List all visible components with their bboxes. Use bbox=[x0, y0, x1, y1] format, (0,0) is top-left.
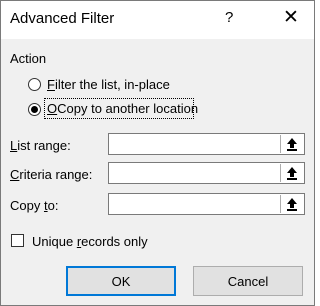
collapse-dialog-icon bbox=[287, 198, 297, 211]
help-button[interactable]: ? bbox=[225, 9, 233, 26]
list-range-input[interactable] bbox=[109, 134, 281, 154]
copy-to-location-radio[interactable] bbox=[28, 103, 41, 116]
collapse-dialog-icon bbox=[287, 138, 297, 151]
action-group-label: Action bbox=[10, 51, 47, 66]
criteria-range-label: Criteria range: bbox=[10, 167, 93, 182]
list-range-label: List range: bbox=[10, 138, 71, 153]
criteria-range-collapse-button[interactable] bbox=[280, 164, 303, 182]
close-button[interactable]: ✕ bbox=[283, 6, 299, 29]
list-range-collapse-button[interactable] bbox=[280, 135, 303, 153]
unique-records-label[interactable]: Unique records only bbox=[32, 234, 148, 249]
copy-to-collapse-button[interactable] bbox=[280, 195, 303, 213]
cancel-button[interactable]: Cancel bbox=[193, 266, 303, 296]
copy-to-field bbox=[108, 193, 305, 215]
filter-in-place-radio[interactable] bbox=[28, 78, 41, 91]
dialog-title: Advanced Filter bbox=[10, 10, 115, 27]
advanced-filter-dialog: Advanced Filter ? ✕ Action Filter the li… bbox=[0, 0, 315, 306]
collapse-dialog-icon bbox=[287, 167, 297, 180]
ok-button[interactable]: OK bbox=[66, 266, 176, 296]
criteria-range-field bbox=[108, 162, 305, 184]
unique-records-checkbox[interactable] bbox=[11, 234, 24, 247]
title-bar: Advanced Filter ? ✕ bbox=[1, 1, 314, 39]
copy-to-location-label[interactable]: OCopy to another location bbox=[47, 101, 198, 116]
filter-in-place-label[interactable]: Filter the list, in-place bbox=[47, 77, 170, 92]
criteria-range-input[interactable] bbox=[109, 163, 281, 183]
list-range-field bbox=[108, 133, 305, 155]
copy-to-input[interactable] bbox=[109, 194, 281, 214]
copy-to-label: Copy to: bbox=[10, 198, 59, 213]
